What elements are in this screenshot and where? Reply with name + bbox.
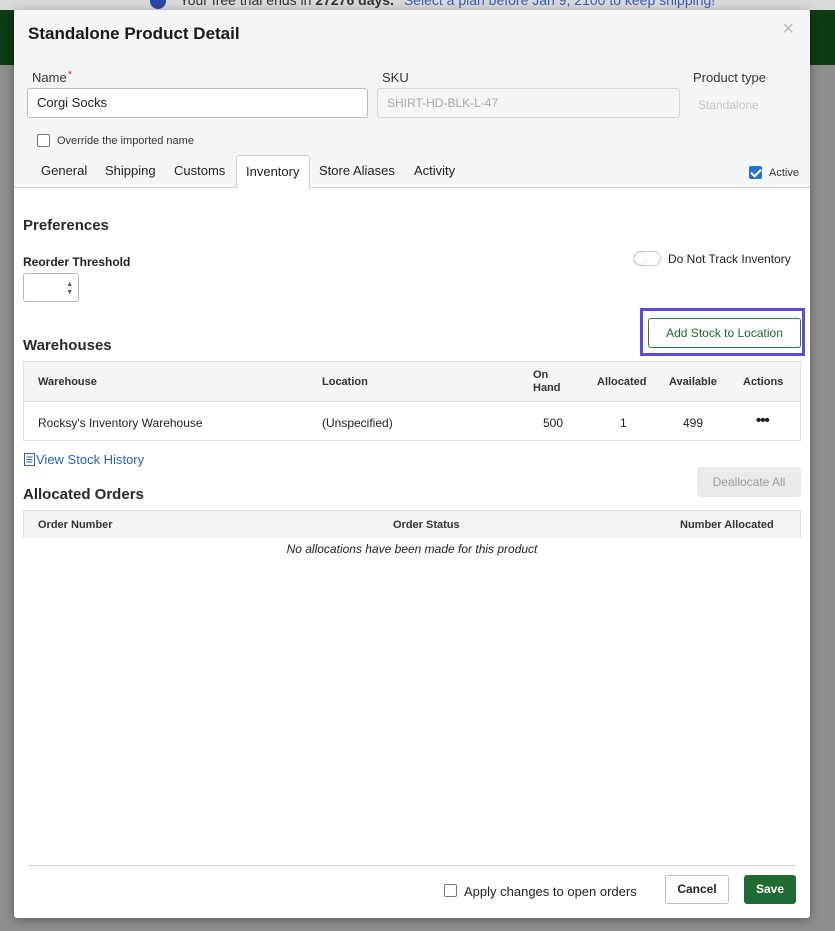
view-stock-history-label: View Stock History [36, 452, 145, 467]
save-button[interactable]: Save [744, 875, 796, 904]
empty-allocations-message: No allocations have been made for this p… [286, 542, 538, 556]
col-on-hand-line2: Hand [533, 382, 561, 394]
row-warehouse: Rocksy's Inventory Warehouse [38, 416, 203, 430]
row-actions-icon[interactable]: ••• [756, 412, 770, 429]
stepper-down-icon[interactable]: ▼ [66, 289, 73, 296]
col-location: Location [322, 376, 368, 388]
product-type-value: Standalone [698, 98, 759, 112]
active-label: Active [769, 167, 799, 179]
row-allocated: 1 [620, 416, 627, 430]
reorder-threshold-label: Reorder Threshold [23, 255, 131, 269]
do-not-track-toggle[interactable] [633, 251, 661, 266]
override-name-checkbox[interactable] [37, 134, 50, 147]
product-type-label: Product type [693, 70, 766, 85]
row-on-hand: 500 [543, 416, 564, 430]
product-detail-modal: Standalone Product Detail × Name* Corgi … [14, 10, 810, 918]
select-plan-link[interactable]: Select a plan before Jan 9, 2100 to keep… [404, 0, 715, 8]
col-number-allocated: Number Allocated [680, 519, 774, 531]
info-icon [150, 0, 166, 10]
allocated-orders-table: Order Number Order Status Number Allocat… [23, 510, 801, 538]
row-available: 499 [683, 416, 704, 430]
trial-text: Your free trial ends in [179, 0, 316, 8]
document-icon [24, 453, 35, 466]
tab-activity[interactable]: Activity [405, 155, 464, 189]
close-icon[interactable]: × [782, 18, 794, 41]
override-name-label: Override the imported name [57, 135, 194, 147]
reorder-threshold-stepper[interactable]: ▲ ▼ [23, 273, 79, 302]
trial-banner: Your free trial ends in 27276 days. Sele… [0, 0, 835, 10]
tab-store-aliases[interactable]: Store Aliases [310, 155, 404, 189]
col-available: Available [669, 376, 717, 388]
warehouses-title: Warehouses [23, 337, 112, 354]
tab-inventory[interactable]: Inventory [236, 155, 310, 189]
deallocate-all-button[interactable]: Deallocate All [697, 467, 801, 497]
col-actions: Actions [743, 376, 784, 388]
col-order-status: Order Status [393, 519, 460, 531]
col-on-hand-line1: On [533, 369, 549, 381]
stepper-up-icon[interactable]: ▲ [66, 281, 73, 288]
allocated-table-header: Order Number Order Status Number Allocat… [24, 511, 800, 538]
modal-title: Standalone Product Detail [28, 24, 240, 43]
name-input[interactable]: Corgi Socks [27, 88, 368, 118]
active-checkbox[interactable] [749, 166, 762, 179]
col-warehouse: Warehouse [38, 376, 97, 388]
cancel-button[interactable]: Cancel [665, 875, 729, 904]
col-allocated: Allocated [597, 376, 647, 388]
required-marker: * [67, 69, 72, 81]
tab-customs[interactable]: Customs [165, 155, 234, 189]
apply-open-orders-label: Apply changes to open orders [464, 884, 637, 899]
tab-shipping[interactable]: Shipping [96, 155, 165, 189]
trial-days: 27276 days. [315, 0, 394, 8]
apply-open-orders-checkbox[interactable] [444, 884, 457, 897]
tab-general[interactable]: General [32, 155, 96, 189]
row-location: (Unspecified) [322, 416, 393, 430]
preferences-title: Preferences [23, 217, 109, 234]
footer-divider [28, 865, 796, 866]
col-order-number: Order Number [38, 519, 113, 531]
sku-input[interactable]: SHIRT-HD-BLK-L-47 [377, 88, 680, 118]
allocated-orders-title: Allocated Orders [23, 486, 144, 503]
view-stock-history-link[interactable]: View Stock History [24, 452, 144, 467]
warehouses-table: Warehouse Location On Hand Allocated Ava… [23, 361, 801, 441]
name-label: Name* [32, 69, 72, 85]
add-stock-button[interactable]: Add Stock to Location [648, 318, 801, 348]
sku-label: SKU [382, 70, 409, 85]
warehouses-table-header: Warehouse Location On Hand Allocated Ava… [24, 362, 800, 402]
do-not-track-label: Do Not Track Inventory [668, 252, 791, 266]
